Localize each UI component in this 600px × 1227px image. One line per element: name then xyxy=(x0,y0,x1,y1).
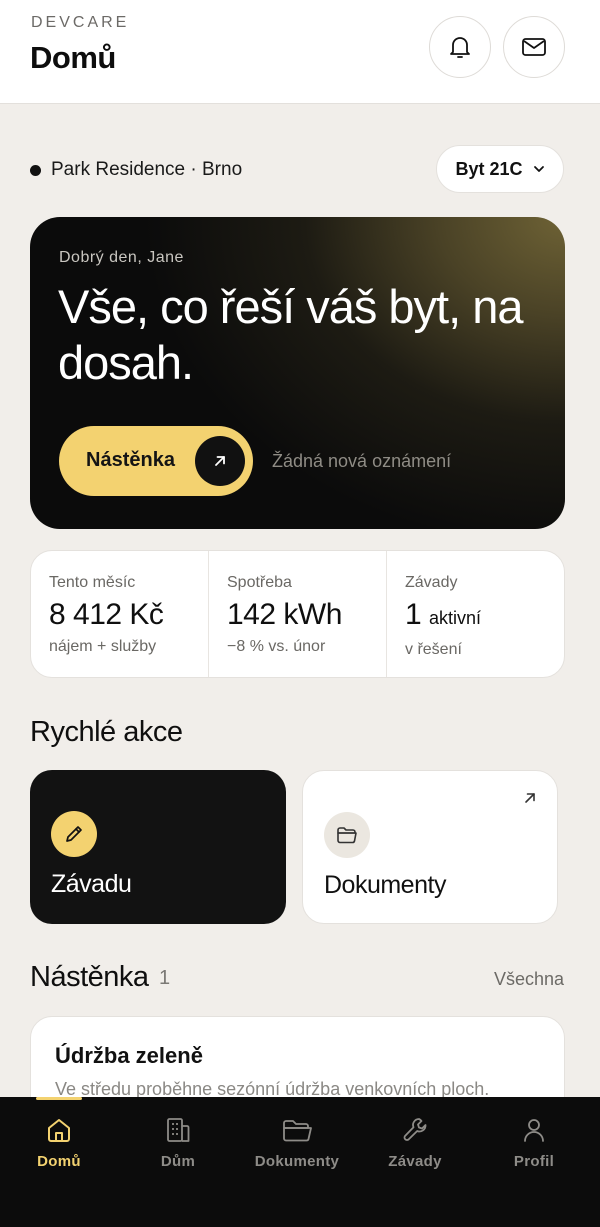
nav-item-building[interactable]: Dům xyxy=(123,1113,233,1170)
nav-label: Dům xyxy=(160,1153,196,1170)
nav-item-profile[interactable]: Profil xyxy=(479,1113,589,1170)
stat-label: Závady xyxy=(405,574,458,591)
stat-sub: v řešení xyxy=(405,641,462,658)
nav-label: Profil xyxy=(513,1153,555,1170)
stat-value: 8 412 Kč xyxy=(49,598,164,631)
home-icon xyxy=(4,1113,114,1147)
wrench-icon xyxy=(360,1113,470,1147)
location-name: Park Residence · Brno xyxy=(51,159,243,180)
nav-item-home[interactable]: Domů xyxy=(4,1113,114,1170)
stat-month[interactable]: Tento měsíc 8 412 Kč nájem + služby xyxy=(31,551,208,677)
bell-icon xyxy=(450,37,470,58)
mail-icon xyxy=(522,38,546,56)
notice-title: Údržba zeleně xyxy=(55,1043,203,1068)
brand-name: DEVCARE xyxy=(31,14,130,31)
noticeboard-title: Nástěnka xyxy=(30,961,149,993)
noticeboard-button-label: Nástěnka xyxy=(86,449,175,471)
nav-item-defects[interactable]: Závady xyxy=(360,1113,470,1170)
location-label: Park Residence · Brno xyxy=(30,157,242,183)
messages-button[interactable] xyxy=(503,16,565,78)
stat-value: 1 aktivní xyxy=(405,598,482,631)
arrow-up-right-icon xyxy=(195,436,245,486)
bottom-nav: Domů Dům Dokumenty Závady Profil xyxy=(0,1097,600,1227)
notifications-button[interactable] xyxy=(429,16,491,78)
folder-icon xyxy=(242,1113,352,1147)
quick-action-label: Dokumenty xyxy=(324,871,446,899)
nav-label: Domů xyxy=(37,1153,81,1170)
documents-button[interactable]: Dokumenty xyxy=(302,770,558,924)
unit-selector-value: Byt 21C xyxy=(455,158,523,179)
stat-consumption[interactable]: Spotřeba 142 kWh −8 % vs. únor xyxy=(208,551,386,677)
greeting: Dobrý den, Jane xyxy=(59,249,184,266)
stat-unit: aktivní xyxy=(429,608,482,628)
stat-label: Spotřeba xyxy=(227,574,292,591)
app-header: DEVCARE Domů xyxy=(0,0,600,104)
stat-sub: −8 % vs. únor xyxy=(227,638,326,655)
quick-action-label: Závadu xyxy=(51,870,132,898)
building-icon xyxy=(123,1113,233,1147)
hero-title: Vše, co řeší váš byt, na dosah. xyxy=(58,280,524,389)
arrow-up-right-icon xyxy=(523,791,537,810)
report-defect-button[interactable]: Závadu xyxy=(30,770,286,924)
unit-selector[interactable]: Byt 21C xyxy=(436,145,564,193)
location-dot xyxy=(30,164,41,176)
noticeboard-button[interactable]: Nástěnka xyxy=(59,426,253,496)
hero-note: Žádná nová oznámení xyxy=(272,451,452,471)
quick-actions-title: Rychlé akce xyxy=(30,716,183,748)
stat-value: 142 kWh xyxy=(227,598,342,631)
hero-card: Dobrý den, Jane Vše, co řeší váš byt, na… xyxy=(30,217,565,529)
folder-icon xyxy=(324,812,370,858)
stats-panel: Tento měsíc 8 412 Kč nájem + služby Spot… xyxy=(30,550,565,678)
stat-defects[interactable]: Závady 1 aktivní v řešení xyxy=(386,551,564,677)
nav-item-documents[interactable]: Dokumenty xyxy=(242,1113,352,1170)
nav-label: Dokumenty xyxy=(254,1153,340,1170)
pencil-icon xyxy=(51,811,97,857)
active-tab-indicator xyxy=(36,1097,82,1100)
view-all-link[interactable]: Všechna xyxy=(494,969,564,990)
chevron-down-icon xyxy=(533,166,544,172)
page-title: Domů xyxy=(30,40,116,75)
noticeboard-count: 1 xyxy=(159,967,171,989)
nav-label: Závady xyxy=(388,1153,442,1170)
stat-label: Tento měsíc xyxy=(49,574,136,591)
user-icon xyxy=(479,1113,589,1147)
stat-sub: nájem + služby xyxy=(49,638,157,655)
